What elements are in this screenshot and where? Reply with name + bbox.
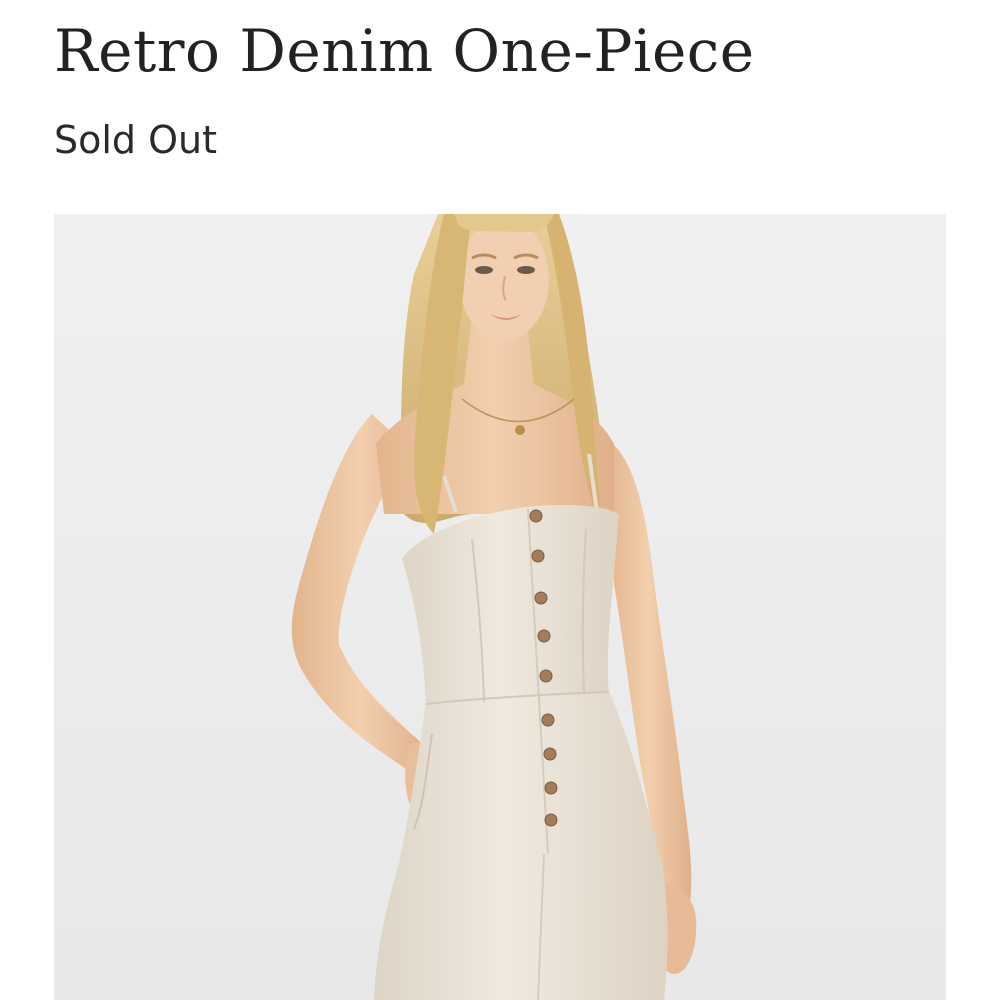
model-eye-right <box>517 266 535 274</box>
necklace-pendant <box>515 425 525 435</box>
button <box>531 549 545 563</box>
button <box>541 713 555 727</box>
button <box>529 509 543 523</box>
button <box>534 591 548 605</box>
button <box>537 629 551 643</box>
button <box>543 747 557 761</box>
product-photo[interactable] <box>54 214 946 1000</box>
button <box>539 669 553 683</box>
sold-out-status: Sold Out <box>54 118 218 162</box>
product-photo-illustration <box>54 214 946 1000</box>
model-eye-left <box>475 266 493 274</box>
button <box>544 813 558 827</box>
button <box>544 781 558 795</box>
product-title: Retro Denim One-Piece <box>54 17 755 85</box>
